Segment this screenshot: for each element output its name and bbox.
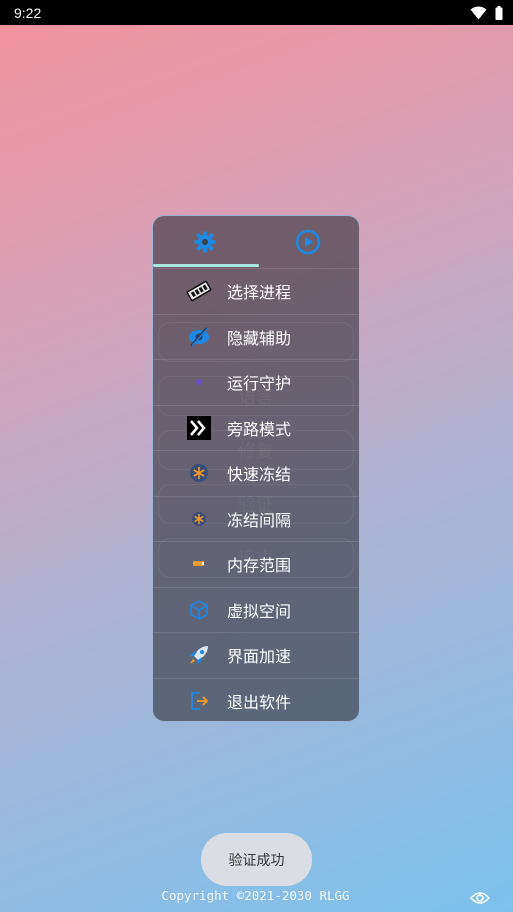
play-circle-icon [295, 229, 320, 255]
tab-settings[interactable] [153, 216, 256, 268]
menu-item-label: 隐藏辅助 [227, 328, 292, 348]
memory-chip-icon [186, 278, 212, 304]
status-icons [470, 5, 503, 20]
menu-item-exit-app[interactable]: 退出软件 [153, 677, 359, 722]
tab-play[interactable] [256, 216, 359, 268]
snowflake-small-icon [186, 506, 212, 532]
menu-item-virtual-space[interactable]: 虚拟空间 [153, 586, 359, 633]
status-bar: 9:22 [0, 0, 513, 25]
memory-range-icon [186, 551, 212, 577]
menu-item-label: 冻结间隔 [227, 510, 292, 530]
menu-item-memory-range[interactable]: 内存范围 [153, 541, 359, 587]
floating-menu-panel: 选择进程 隐藏辅助 运行守护 旁路模式 快速冻结 冻结间隔 内存范围 虚拟空间 … [152, 215, 360, 722]
dot-icon [186, 369, 212, 395]
menu-item-label: 内存范围 [227, 556, 292, 576]
menu-item-run-guard[interactable]: 运行守护 [153, 359, 359, 405]
menu-item-bypass-mode[interactable]: 旁路模式 [153, 404, 359, 451]
battery-icon [495, 5, 503, 20]
bypass-arrows-icon [186, 415, 212, 441]
status-time: 9:22 [14, 4, 42, 21]
snowflake-icon [186, 460, 212, 486]
wifi-icon [470, 6, 487, 19]
toast-message: 验证成功 [201, 833, 312, 886]
menu-item-hide-assist[interactable]: 隐藏辅助 [153, 313, 359, 360]
menu-item-select-process[interactable]: 选择进程 [153, 268, 359, 314]
gear-icon [194, 231, 215, 253]
cube-icon [186, 597, 212, 623]
menu-item-quick-freeze[interactable]: 快速冻结 [153, 450, 359, 496]
menu-item-ui-accelerate[interactable]: 界面加速 [153, 632, 359, 678]
eye-icon[interactable] [470, 891, 490, 905]
menu-item-label: 虚拟空间 [227, 601, 292, 621]
tab-indicator [153, 264, 259, 267]
menu-item-label: 退出软件 [227, 692, 292, 712]
menu-item-label: 界面加速 [227, 647, 292, 667]
menu-tabs [153, 216, 359, 268]
menu-item-freeze-interval[interactable]: 冻结间隔 [153, 495, 359, 542]
menu-item-label: 快速冻结 [227, 465, 292, 485]
copyright-text: Copyright ©2021-2030 RLGG [161, 888, 350, 903]
exit-icon [186, 688, 212, 714]
menu-item-label: 选择进程 [227, 283, 292, 303]
menu-item-label: 旁路模式 [227, 419, 292, 439]
menu-item-label: 运行守护 [227, 374, 292, 394]
eye-off-icon [186, 324, 212, 350]
rocket-icon [186, 642, 212, 668]
